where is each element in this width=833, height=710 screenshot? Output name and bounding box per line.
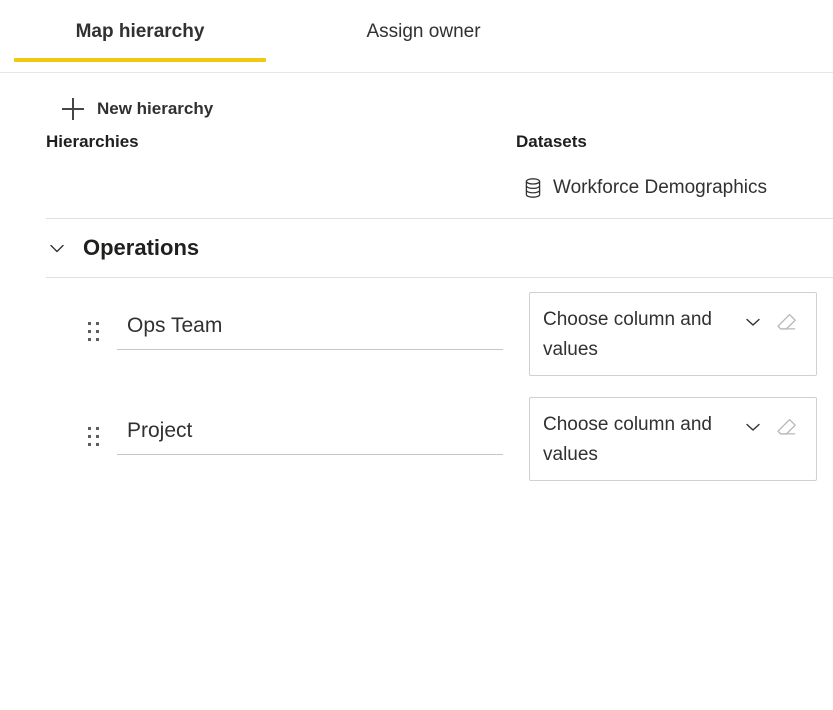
- tab-map-hierarchy[interactable]: Map hierarchy: [14, 20, 266, 62]
- hierarchy-group-title: Operations: [83, 235, 199, 261]
- dataset-name: Workforce Demographics: [553, 176, 767, 200]
- hierarchy-level-row: Choose column and values: [0, 292, 833, 397]
- column-header-hierarchies: Hierarchies: [46, 132, 139, 152]
- chevron-down-icon[interactable]: [46, 237, 68, 259]
- eraser-icon[interactable]: [776, 416, 798, 438]
- level-name-input[interactable]: [117, 413, 503, 455]
- dataset-item-workforce-demographics[interactable]: Workforce Demographics: [524, 176, 767, 200]
- tab-assign-owner-label: Assign owner: [366, 21, 480, 42]
- column-header-datasets: Datasets: [516, 132, 587, 152]
- tab-strip-divider: [0, 72, 833, 73]
- hierarchy-group-header-operations[interactable]: Operations: [0, 219, 833, 277]
- drag-handle-icon[interactable]: [86, 425, 102, 447]
- column-values-chooser[interactable]: Choose column and values: [529, 397, 817, 481]
- eraser-icon[interactable]: [776, 311, 798, 333]
- dataset-row: Workforce Demographics: [0, 170, 833, 218]
- column-values-chooser-label: Choose column and values: [543, 410, 728, 470]
- column-values-chooser[interactable]: Choose column and values: [529, 292, 817, 376]
- column-values-chooser-label: Choose column and values: [543, 305, 728, 365]
- level-name-input[interactable]: [117, 308, 503, 350]
- tab-list: Map hierarchy Assign owner: [0, 0, 833, 62]
- database-icon: [524, 178, 542, 198]
- hierarchy-level-list: Choose column and values Choose column a…: [0, 278, 833, 502]
- new-hierarchy-label: New hierarchy: [97, 99, 213, 119]
- plus-icon: [62, 98, 84, 120]
- hierarchy-level-row: Choose column and values: [0, 397, 833, 502]
- chevron-down-icon[interactable]: [743, 417, 763, 437]
- command-bar: New hierarchy: [0, 74, 833, 118]
- drag-handle-icon[interactable]: [86, 320, 102, 342]
- tab-map-hierarchy-label: Map hierarchy: [76, 21, 205, 42]
- chevron-down-icon[interactable]: [743, 312, 763, 332]
- tab-assign-owner[interactable]: Assign owner: [326, 20, 521, 62]
- column-headers: Hierarchies Datasets: [0, 118, 833, 170]
- tab-strip: Map hierarchy Assign owner: [0, 0, 833, 74]
